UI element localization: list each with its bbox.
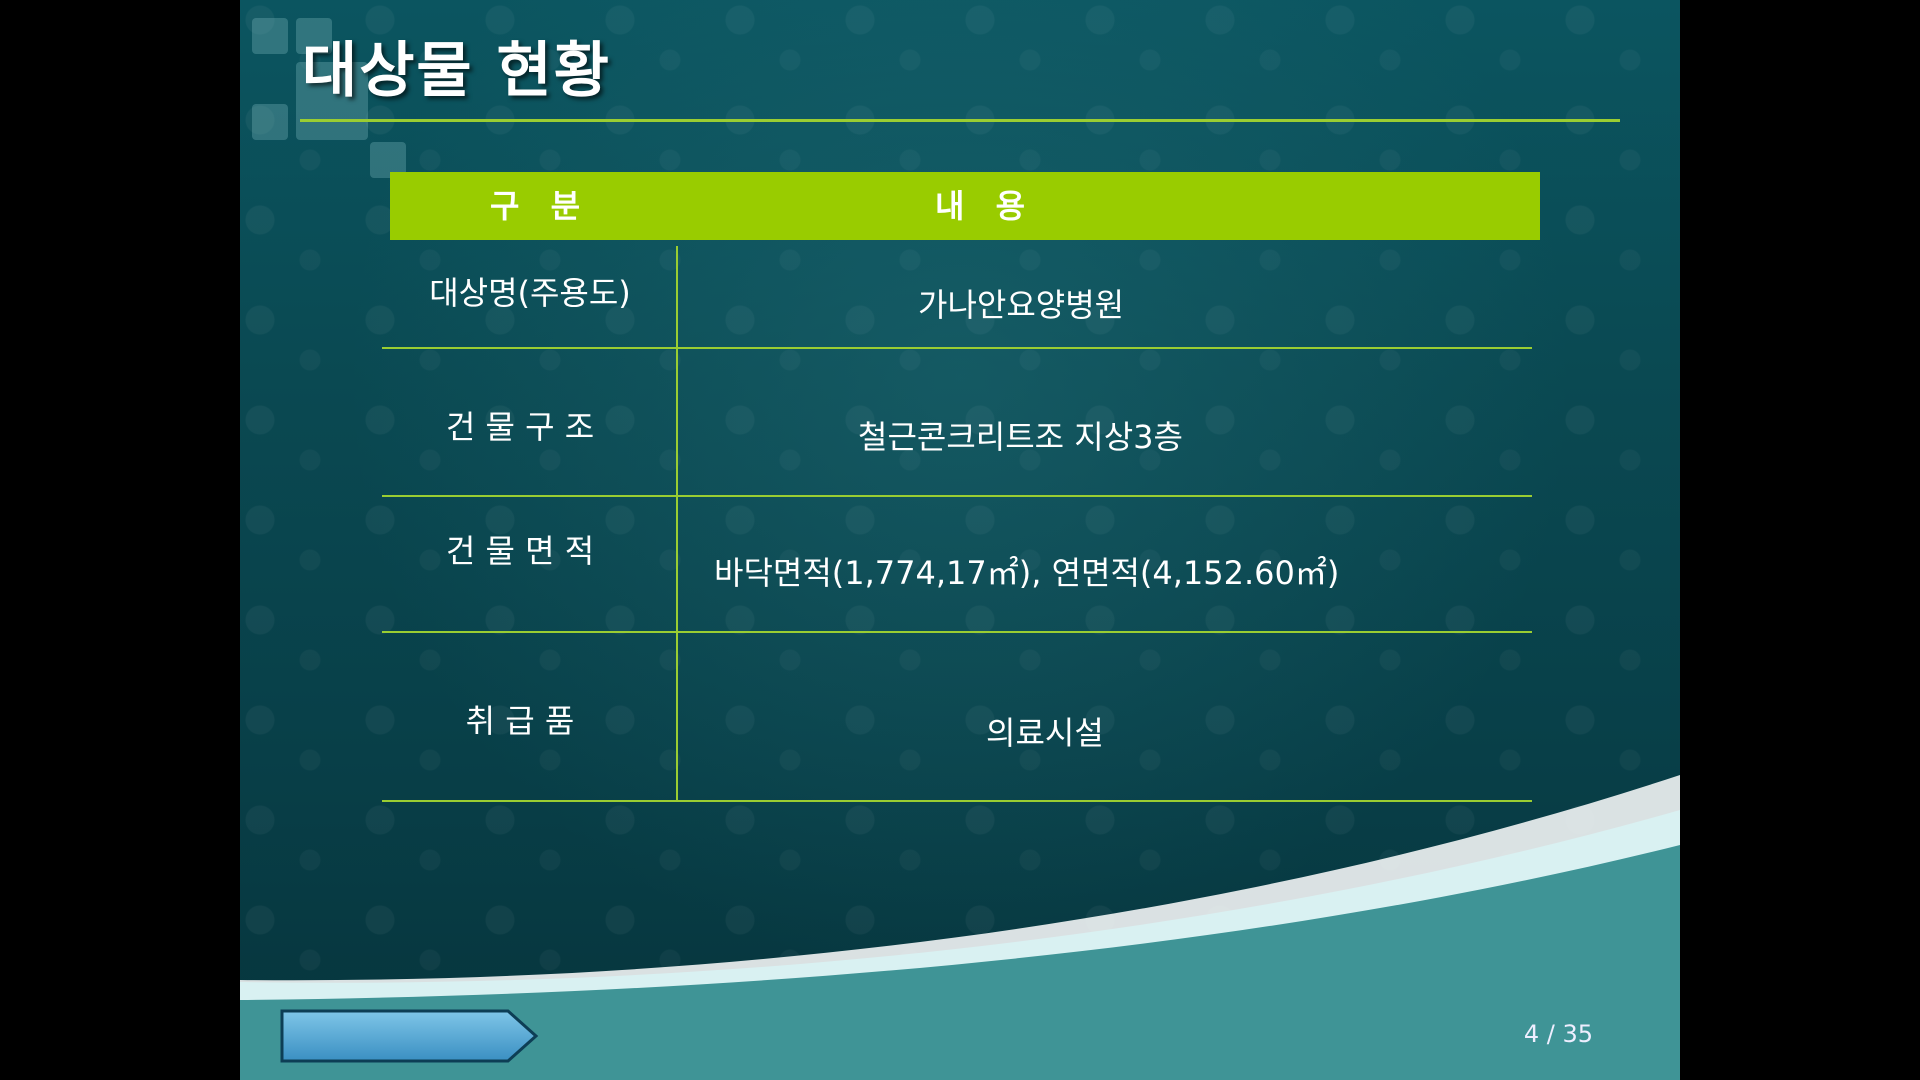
title-divider	[300, 119, 1620, 122]
row-divider	[382, 347, 1532, 349]
table-header: 구 분 내 용	[390, 172, 1540, 240]
header-content: 내 용	[934, 187, 1036, 225]
row-label-structure: 건 물 구 조	[445, 408, 595, 446]
row-value-area: 바닥면적(1,774,17㎡), 연면적(4,152.60㎡)	[714, 554, 1340, 592]
row-label-name: 대상명(주용도)	[429, 274, 631, 312]
slide: 대상물 현황 구 분 내 용 대상명(주용도) 가나안요양병원 건 물 구 조 …	[240, 0, 1680, 1080]
row-label-goods: 취 급 품	[465, 702, 575, 740]
page-title: 대상물 현황	[302, 36, 611, 106]
arrow-right-icon[interactable]	[280, 1008, 540, 1064]
row-divider	[382, 631, 1532, 633]
row-label-area: 건 물 면 적	[445, 532, 595, 570]
row-value-structure: 철근콘크리트조 지상3층	[858, 418, 1183, 456]
row-value-name: 가나안요양병원	[918, 286, 1125, 324]
page-number: 4 / 35	[1523, 1020, 1593, 1048]
header-category: 구 분	[489, 187, 591, 225]
row-divider	[382, 495, 1532, 497]
decor-square	[252, 104, 288, 140]
decor-square	[252, 18, 288, 54]
row-value-goods: 의료시설	[986, 714, 1104, 752]
column-divider	[676, 246, 678, 802]
